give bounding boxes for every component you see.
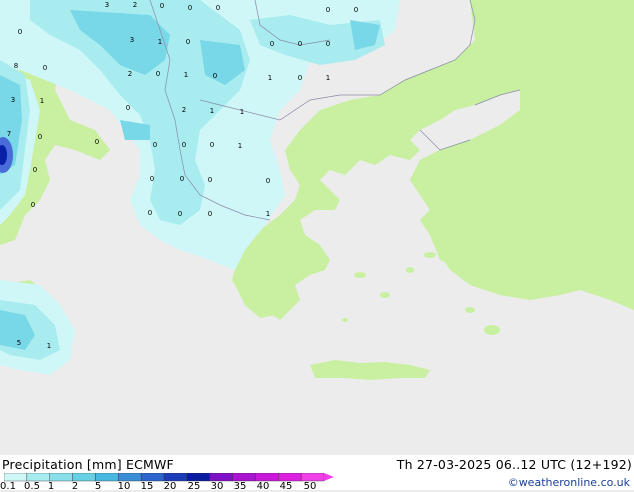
scale-swatch: [118, 473, 142, 482]
point-value: 1: [238, 142, 242, 150]
point-value: 1: [268, 74, 272, 82]
point-value: 2: [182, 106, 186, 114]
scale-tick-label: 50: [303, 481, 317, 492]
point-value: 3: [130, 36, 134, 44]
scale-tick-label: 5: [94, 481, 102, 492]
point-value: 0: [298, 74, 302, 82]
point-value: 3: [105, 1, 109, 9]
point-value: 0: [178, 210, 182, 218]
point-value: 0: [216, 4, 220, 12]
point-value: 1: [210, 107, 214, 115]
scale-swatch: [278, 473, 302, 482]
scale-tick-label: 20: [163, 481, 177, 492]
point-value: 0: [33, 166, 37, 174]
point-value: 2: [133, 1, 137, 9]
scale-tick-label: 25: [187, 481, 201, 492]
point-value: 3: [11, 96, 15, 104]
scale-swatch: [140, 473, 165, 482]
map-title: Precipitation [mm] ECMWF: [2, 457, 174, 472]
point-value: 1: [47, 342, 51, 350]
scale-swatch: [72, 473, 96, 482]
point-value: 0: [208, 176, 212, 184]
point-value: 0: [266, 177, 270, 185]
point-value: 0: [38, 133, 42, 141]
scale-arrow: [324, 473, 334, 481]
scale-swatch: [232, 473, 256, 482]
point-value: 0: [298, 40, 302, 48]
scale-swatch: [186, 473, 210, 482]
point-value: 5: [17, 339, 21, 347]
scale-tick-label: 35: [233, 481, 247, 492]
forecast-datetime: Th 27-03-2025 06..12 UTC (12+192): [396, 457, 632, 472]
point-value: 1: [184, 71, 188, 79]
scale-tick-label: 15: [140, 481, 154, 492]
point-value: 0: [270, 40, 274, 48]
scale-swatch: [300, 473, 325, 482]
point-value: 0: [354, 6, 358, 14]
point-value: 0: [153, 141, 157, 149]
point-value: 0: [182, 141, 186, 149]
point-value: 0: [180, 175, 184, 183]
scale-tick-label: 0.1: [0, 481, 16, 492]
scale-swatch: [49, 473, 73, 482]
scale-swatch: [209, 473, 233, 482]
scale-tick-label: 0.5: [24, 481, 40, 492]
scale-swatch: [255, 473, 279, 482]
scale-swatch: [95, 473, 119, 482]
point-value: 7: [7, 130, 11, 138]
precipitation-map: 3 2 0 0 0 0 0 0 3 1 0 0 0 0 8 0 2 0 1 0 …: [0, 0, 634, 455]
point-value: 0: [156, 70, 160, 78]
point-value: 0: [213, 72, 217, 80]
point-value: 0: [210, 141, 214, 149]
point-value: 1: [40, 97, 44, 105]
scale-tick-label: 30: [210, 481, 224, 492]
point-value: 0: [148, 209, 152, 217]
point-value: 1: [158, 38, 162, 46]
point-value: 0: [18, 28, 22, 36]
point-value: 0: [188, 4, 192, 12]
point-value: 0: [126, 104, 130, 112]
point-value: 8: [14, 62, 18, 70]
point-value: 0: [150, 175, 154, 183]
scale-swatch: [163, 473, 188, 482]
point-value: 1: [266, 210, 270, 218]
point-value: 0: [95, 138, 99, 146]
point-value: 0: [43, 64, 47, 72]
scale-tick-label: 2: [71, 481, 79, 492]
scale-swatch: [4, 473, 28, 482]
point-value: 0: [186, 38, 190, 46]
scale-tick-label: 10: [117, 481, 131, 492]
point-value: 0: [160, 2, 164, 10]
point-value: 1: [240, 108, 244, 116]
credit-link[interactable]: ©weatheronline.co.uk: [508, 476, 630, 489]
point-value: 0: [326, 40, 330, 48]
point-value: 0: [208, 210, 212, 218]
point-value: 1: [326, 74, 330, 82]
scale-tick-label: 40: [256, 481, 270, 492]
scale-swatch: [26, 473, 50, 482]
point-value: 0: [326, 6, 330, 14]
point-value: 2: [128, 70, 132, 78]
point-value: 0: [31, 201, 35, 209]
scale-tick-label: 45: [279, 481, 293, 492]
scale-tick-label: 1: [47, 481, 55, 492]
